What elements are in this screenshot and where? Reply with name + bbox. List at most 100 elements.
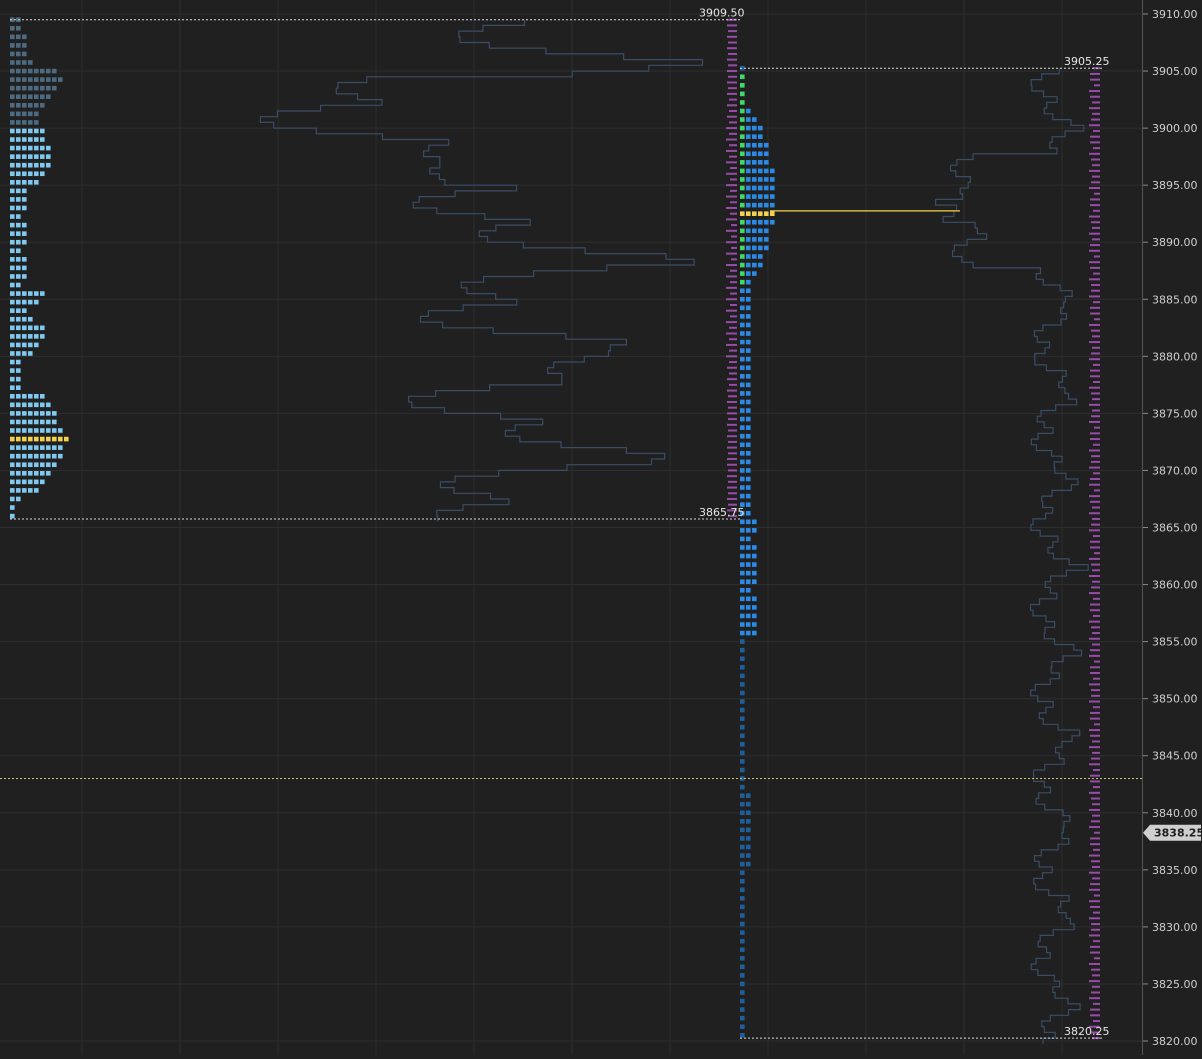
tpo-cell bbox=[746, 861, 751, 867]
tpo-cell bbox=[28, 68, 33, 74]
tpo-cell bbox=[34, 94, 39, 100]
tpo-cell bbox=[740, 861, 745, 867]
delta-mark bbox=[726, 298, 737, 301]
delta-mark bbox=[728, 429, 737, 432]
delta-mark bbox=[1094, 192, 1100, 195]
tpo-cell bbox=[752, 202, 757, 208]
chart-canvas[interactable]: 3909.50 3865.75 3905.25 3820.25 bbox=[0, 0, 1142, 1055]
tpo-cell bbox=[740, 314, 745, 319]
tpo-cell bbox=[22, 428, 27, 433]
tpo-cell bbox=[34, 137, 39, 142]
tpo-cell bbox=[16, 488, 21, 493]
tpo-cell bbox=[46, 94, 51, 100]
tpo-cell bbox=[746, 819, 751, 824]
tpo-cell bbox=[740, 271, 745, 276]
price-axis[interactable]: 3910.00 3905.00 3900.00 3895.00 3890.00 3885.… bbox=[1142, 0, 1202, 1055]
axis-tick-label: 3830.00 bbox=[1152, 921, 1198, 934]
tpo-cell bbox=[740, 493, 745, 499]
tpo-cell bbox=[758, 134, 763, 139]
tpo-cell bbox=[740, 784, 745, 790]
tpo-cell bbox=[752, 194, 757, 199]
tpo-cell bbox=[740, 108, 745, 114]
tpo-cell bbox=[740, 322, 745, 328]
tpo-cell bbox=[22, 231, 27, 236]
tpo-cell bbox=[10, 128, 15, 134]
tpo-cell bbox=[746, 305, 751, 311]
delta-mark bbox=[1091, 991, 1100, 994]
tpo-cell bbox=[28, 411, 33, 416]
tpo-cell bbox=[752, 553, 757, 559]
tpo-cell bbox=[746, 579, 751, 585]
tpo-cell bbox=[16, 25, 21, 31]
tpo-cell bbox=[752, 613, 757, 619]
tpo-cell bbox=[16, 453, 21, 459]
delta-mark bbox=[1090, 666, 1100, 669]
tpo-cell bbox=[740, 219, 745, 225]
delta-mark bbox=[1089, 152, 1100, 155]
tpo-cell bbox=[34, 479, 39, 485]
delta-mark bbox=[1090, 883, 1100, 886]
tpo-cell bbox=[746, 562, 751, 567]
delta-mark bbox=[1090, 204, 1100, 207]
tpo-cell bbox=[740, 1007, 745, 1012]
tpo-cell bbox=[34, 77, 39, 82]
tpo-cell bbox=[10, 25, 15, 31]
tpo-cell bbox=[740, 836, 745, 841]
delta-mark bbox=[1090, 1014, 1100, 1017]
delta-mark bbox=[1090, 837, 1100, 840]
delta-mark bbox=[1093, 535, 1100, 538]
delta-mark bbox=[1090, 945, 1100, 948]
poc-tpo-cell bbox=[16, 436, 21, 442]
delta-mark bbox=[1092, 164, 1100, 167]
delta-mark bbox=[1093, 129, 1100, 132]
tpo-cell bbox=[740, 913, 745, 918]
tpo-cell bbox=[746, 476, 751, 482]
tpo-cell bbox=[28, 453, 33, 459]
tpo-cell bbox=[34, 120, 39, 125]
profile2-low-label: 3820.25 bbox=[1064, 1025, 1110, 1038]
tpo-cell bbox=[740, 382, 745, 388]
tpo-cell bbox=[16, 128, 21, 134]
delta-mark bbox=[1093, 443, 1100, 446]
tpo-cell bbox=[746, 468, 751, 473]
delta-mark bbox=[727, 423, 737, 426]
tpo-cell bbox=[52, 419, 57, 425]
tpo-cell bbox=[746, 630, 751, 636]
tpo-cell bbox=[740, 177, 745, 182]
tpo-cell bbox=[740, 767, 745, 773]
tpo-cell bbox=[40, 145, 45, 151]
delta-mark bbox=[1091, 392, 1100, 395]
delta-mark bbox=[1089, 746, 1100, 749]
tpo-cell bbox=[740, 562, 745, 567]
tpo-cell bbox=[758, 202, 763, 208]
tpo-cell bbox=[740, 468, 745, 473]
tpo-cell bbox=[740, 878, 745, 884]
tpo-cell bbox=[746, 374, 751, 379]
delta-mark bbox=[726, 184, 737, 187]
delta-mark bbox=[730, 178, 737, 181]
tpo-cell bbox=[10, 325, 15, 331]
chart-area[interactable]: 3909.50 3865.75 3905.25 3820.25 bbox=[0, 0, 1142, 1055]
delta-mark bbox=[1089, 261, 1100, 264]
tpo-cell bbox=[746, 536, 751, 542]
delta-mark bbox=[1090, 244, 1100, 247]
tpo-cell bbox=[16, 316, 21, 322]
tpo-cell bbox=[752, 228, 757, 234]
delta-mark bbox=[1089, 854, 1100, 857]
tpo-cell bbox=[22, 445, 27, 450]
tpo-cell bbox=[28, 402, 33, 408]
poc-tpo-cell bbox=[10, 436, 15, 442]
poc-tpo-cell bbox=[58, 436, 63, 442]
volume-profile-outline bbox=[935, 68, 1089, 1044]
tpo-cell bbox=[16, 274, 21, 279]
tpo-cell bbox=[46, 470, 51, 476]
tpo-cell bbox=[46, 462, 51, 468]
delta-mark bbox=[727, 70, 737, 73]
delta-mark bbox=[1090, 649, 1100, 652]
delta-mark bbox=[1090, 500, 1100, 503]
delta-mark bbox=[1089, 187, 1100, 190]
delta-mark bbox=[1094, 255, 1100, 258]
delta-mark bbox=[727, 497, 737, 500]
tpo-cell bbox=[740, 391, 745, 396]
tpo-cell bbox=[28, 334, 33, 339]
